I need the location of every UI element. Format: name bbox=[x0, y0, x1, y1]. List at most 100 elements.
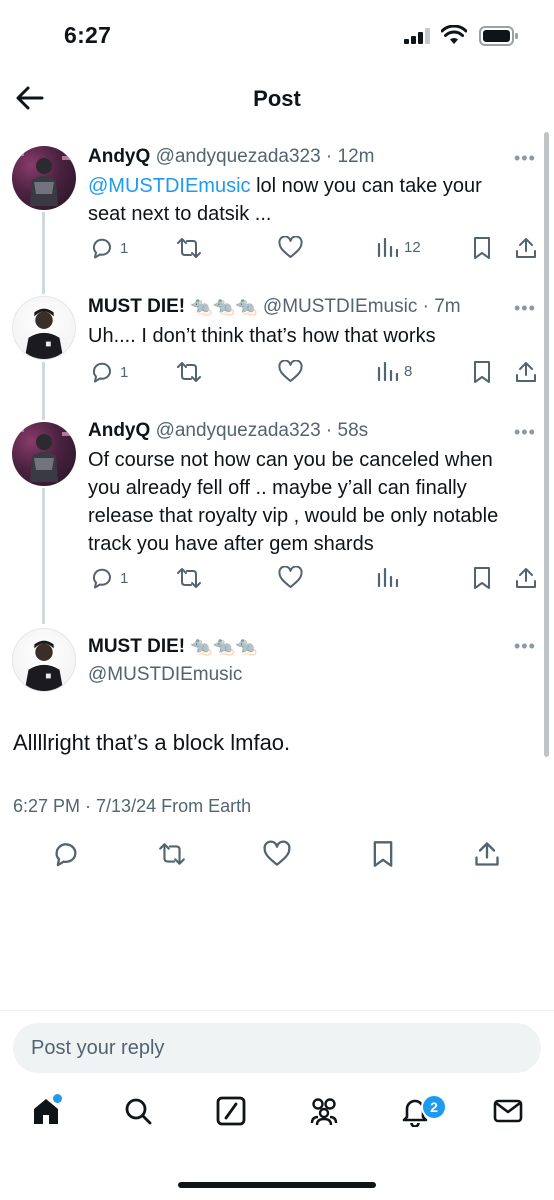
bookmark-button[interactable] bbox=[472, 236, 492, 260]
tab-communities[interactable] bbox=[304, 1095, 344, 1135]
bottom-tab-bar bbox=[0, 1085, 554, 1155]
share-button[interactable] bbox=[514, 566, 538, 590]
heart-icon bbox=[278, 236, 303, 258]
reply-button[interactable]: 1 bbox=[90, 360, 128, 384]
grok-icon bbox=[216, 1096, 246, 1126]
main-post-author[interactable]: MUST DIE! 🐀🐀🐀 @MUSTDIEmusic bbox=[88, 636, 258, 686]
avatar[interactable] bbox=[12, 628, 76, 692]
views-count: 12 bbox=[404, 238, 421, 256]
post-time[interactable]: 12m bbox=[338, 146, 375, 167]
reply-button[interactable]: 1 bbox=[90, 566, 128, 590]
views-chart-icon bbox=[377, 567, 398, 588]
display-name[interactable]: MUST DIE! bbox=[88, 296, 185, 317]
rat-emoji: 🐀🐀🐀 bbox=[190, 636, 258, 656]
avatar[interactable] bbox=[12, 422, 76, 486]
post-text: @MUSTDIEmusic lol now you can take your … bbox=[88, 175, 482, 225]
reply-input[interactable]: Post your reply bbox=[13, 1023, 541, 1073]
post-meta[interactable]: 6:27 PM · 7/13/24 From Earth bbox=[13, 796, 251, 817]
thread-connector bbox=[42, 488, 45, 624]
avatar[interactable] bbox=[12, 296, 76, 360]
search-icon bbox=[125, 1098, 152, 1125]
handle[interactable]: @andyquezada323 bbox=[156, 146, 321, 167]
reply-count: 1 bbox=[120, 239, 129, 257]
heart-icon bbox=[263, 840, 291, 866]
person-silhouette-icon bbox=[24, 640, 64, 691]
main-post-actions bbox=[0, 840, 554, 870]
share-icon bbox=[475, 842, 499, 866]
share-icon bbox=[516, 238, 536, 258]
views-button[interactable]: 12 bbox=[376, 236, 421, 258]
bookmark-icon bbox=[474, 237, 490, 259]
display-name[interactable]: AndyQ bbox=[88, 146, 150, 167]
repost-button[interactable] bbox=[158, 840, 186, 868]
avatar[interactable] bbox=[12, 146, 76, 210]
notification-badge: 2 bbox=[421, 1094, 447, 1120]
status-time: 6:27 bbox=[64, 22, 112, 48]
home-new-dot bbox=[53, 1094, 62, 1103]
like-button[interactable] bbox=[263, 840, 291, 868]
reply-icon bbox=[92, 568, 111, 589]
repost-button[interactable] bbox=[176, 566, 202, 590]
reply-button[interactable]: 1 bbox=[90, 236, 128, 260]
handle[interactable]: @andyquezada323 bbox=[156, 420, 321, 441]
handle[interactable]: @MUSTDIEmusic bbox=[263, 296, 417, 317]
more-options-icon[interactable]: ••• bbox=[514, 298, 536, 319]
more-options-icon[interactable]: ••• bbox=[514, 636, 536, 657]
like-button[interactable] bbox=[278, 566, 303, 589]
tab-search[interactable] bbox=[118, 1095, 158, 1135]
rat-emoji: 🐀🐀🐀 bbox=[190, 296, 258, 316]
reply-count: 1 bbox=[120, 569, 129, 587]
bookmark-button[interactable] bbox=[472, 566, 492, 590]
repost-icon bbox=[159, 843, 185, 865]
reply-count: 1 bbox=[120, 363, 129, 381]
heart-icon bbox=[278, 360, 303, 382]
more-options-icon[interactable]: ••• bbox=[514, 422, 536, 443]
display-name[interactable]: AndyQ bbox=[88, 420, 150, 441]
bookmark-button[interactable] bbox=[472, 360, 492, 384]
repost-icon bbox=[177, 362, 201, 382]
cellular-signal-icon bbox=[404, 28, 430, 44]
like-button[interactable] bbox=[278, 236, 303, 259]
post-actions: 1 12 bbox=[0, 236, 554, 266]
views-button[interactable]: 8 bbox=[376, 360, 412, 382]
repost-icon bbox=[177, 568, 201, 588]
repost-button[interactable] bbox=[176, 360, 202, 384]
bookmark-icon bbox=[474, 567, 490, 589]
person-silhouette-icon bbox=[24, 308, 64, 359]
home-indicator[interactable] bbox=[178, 1182, 376, 1188]
share-icon bbox=[516, 568, 536, 588]
views-button[interactable] bbox=[376, 566, 398, 588]
share-button[interactable] bbox=[473, 840, 501, 868]
reply-icon bbox=[92, 238, 111, 259]
post-time[interactable]: 7m bbox=[434, 296, 460, 317]
share-icon bbox=[516, 362, 536, 382]
bookmark-button[interactable] bbox=[369, 840, 397, 868]
repost-button[interactable] bbox=[176, 236, 202, 260]
post-text: Uh.... I don’t think that’s how that wor… bbox=[88, 325, 436, 347]
share-button[interactable] bbox=[514, 360, 538, 384]
like-button[interactable] bbox=[278, 360, 303, 383]
post-time[interactable]: 58s bbox=[338, 420, 369, 441]
post-header: AndyQ @andyquezada323 · 12m bbox=[88, 146, 375, 167]
messages-icon bbox=[493, 1099, 523, 1123]
bookmark-icon bbox=[373, 841, 393, 867]
views-chart-icon bbox=[377, 237, 398, 258]
post-header: MUST DIE! 🐀🐀🐀 @MUSTDIEmusic · 7m bbox=[88, 296, 461, 317]
mention-link[interactable]: @MUSTDIEmusic bbox=[88, 175, 251, 197]
bookmark-icon bbox=[474, 361, 490, 383]
main-post-text: Allllright that’s a block lmfao. bbox=[13, 730, 291, 755]
scrollbar[interactable] bbox=[544, 132, 549, 757]
views-count: 8 bbox=[404, 362, 413, 380]
share-button[interactable] bbox=[514, 236, 538, 260]
tab-grok[interactable] bbox=[211, 1095, 251, 1135]
wifi-icon bbox=[441, 25, 467, 44]
more-options-icon[interactable]: ••• bbox=[514, 148, 536, 169]
repost-icon bbox=[177, 238, 201, 258]
handle: @MUSTDIEmusic bbox=[88, 664, 243, 685]
reply-button[interactable] bbox=[52, 840, 80, 868]
reply-icon bbox=[55, 843, 77, 867]
heart-icon bbox=[278, 566, 303, 588]
tab-messages[interactable] bbox=[488, 1095, 528, 1135]
person-silhouette-icon bbox=[16, 152, 70, 206]
post-actions: 1 bbox=[0, 566, 554, 596]
